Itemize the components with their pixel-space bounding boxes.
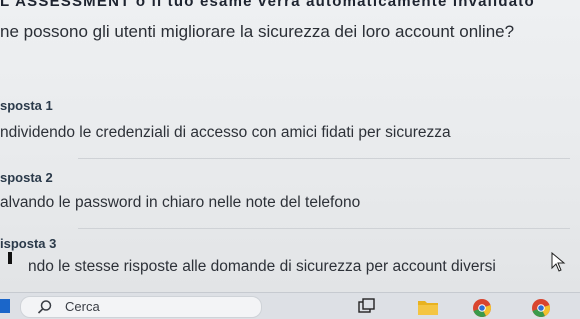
- answer-1-title[interactable]: sposta 1: [0, 98, 53, 113]
- question-text: ne possono gli utenti migliorare la sicu…: [0, 22, 515, 41]
- marker-icon: [8, 252, 12, 264]
- divider: [78, 158, 570, 159]
- mouse-cursor-icon: [551, 252, 566, 272]
- taskbar: Cerca: [0, 292, 580, 319]
- answer-2-title[interactable]: sposta 2: [0, 170, 53, 185]
- taskbar-search-input[interactable]: Cerca: [20, 296, 262, 318]
- quiz-page: L'ASSESSMENT o il tuo esame verrà automa…: [0, 0, 580, 292]
- answer-3-text[interactable]: ndo le stesse risposte alle domande di s…: [28, 258, 496, 276]
- divider: [78, 228, 570, 229]
- search-placeholder: Cerca: [65, 299, 100, 314]
- file-explorer-icon[interactable]: [417, 297, 439, 317]
- answer-3-title[interactable]: isposta 3: [0, 236, 56, 251]
- windows-logo-icon[interactable]: [0, 299, 10, 313]
- chrome-profile-icon[interactable]: [530, 297, 552, 317]
- chrome-icon[interactable]: [471, 297, 493, 317]
- answer-2-text[interactable]: alvando le password in chiaro nelle note…: [0, 194, 360, 212]
- answer-1-text[interactable]: ndividendo le credenziali di accesso con…: [0, 124, 451, 142]
- warning-banner: L'ASSESSMENT o il tuo esame verrà automa…: [0, 0, 535, 10]
- search-icon: [37, 300, 52, 314]
- task-view-icon[interactable]: [356, 297, 378, 317]
